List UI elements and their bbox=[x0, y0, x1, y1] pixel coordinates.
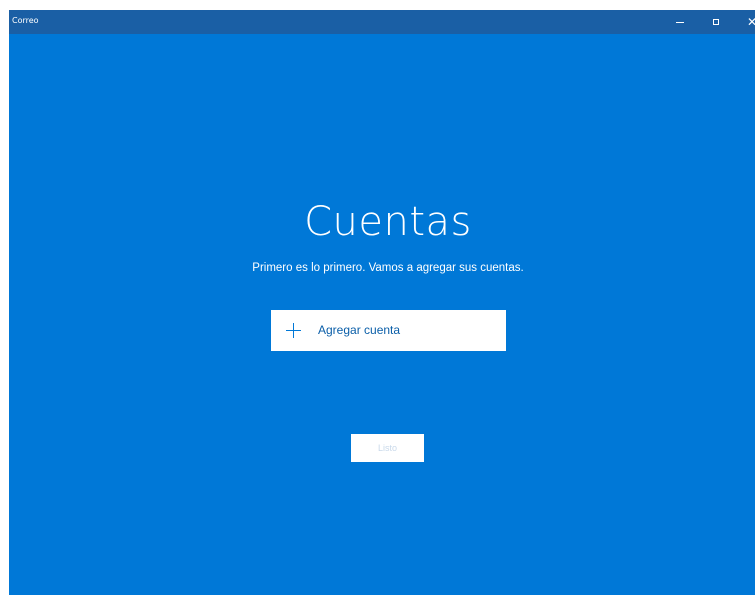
maximize-button[interactable] bbox=[698, 10, 734, 34]
plus-icon bbox=[286, 323, 301, 338]
close-button[interactable]: ✕ bbox=[734, 10, 755, 34]
title-bar[interactable]: Correo ✕ bbox=[9, 10, 755, 34]
add-account-button[interactable]: Agregar cuenta bbox=[271, 310, 506, 351]
maximize-icon bbox=[713, 19, 719, 25]
mail-app-window: Correo ✕ Cuentas Primero es lo primero. … bbox=[9, 10, 755, 595]
page-title: Cuentas bbox=[304, 199, 472, 245]
page-subtitle: Primero es lo primero. Vamos a agregar s… bbox=[252, 262, 524, 274]
minimize-icon bbox=[676, 21, 684, 23]
app-title: Correo bbox=[12, 16, 39, 25]
done-button[interactable]: Listo bbox=[351, 434, 424, 462]
done-button-label: Listo bbox=[377, 443, 397, 453]
add-account-label: Agregar cuenta bbox=[318, 323, 401, 337]
minimize-button[interactable] bbox=[662, 10, 698, 34]
close-icon: ✕ bbox=[746, 15, 755, 29]
